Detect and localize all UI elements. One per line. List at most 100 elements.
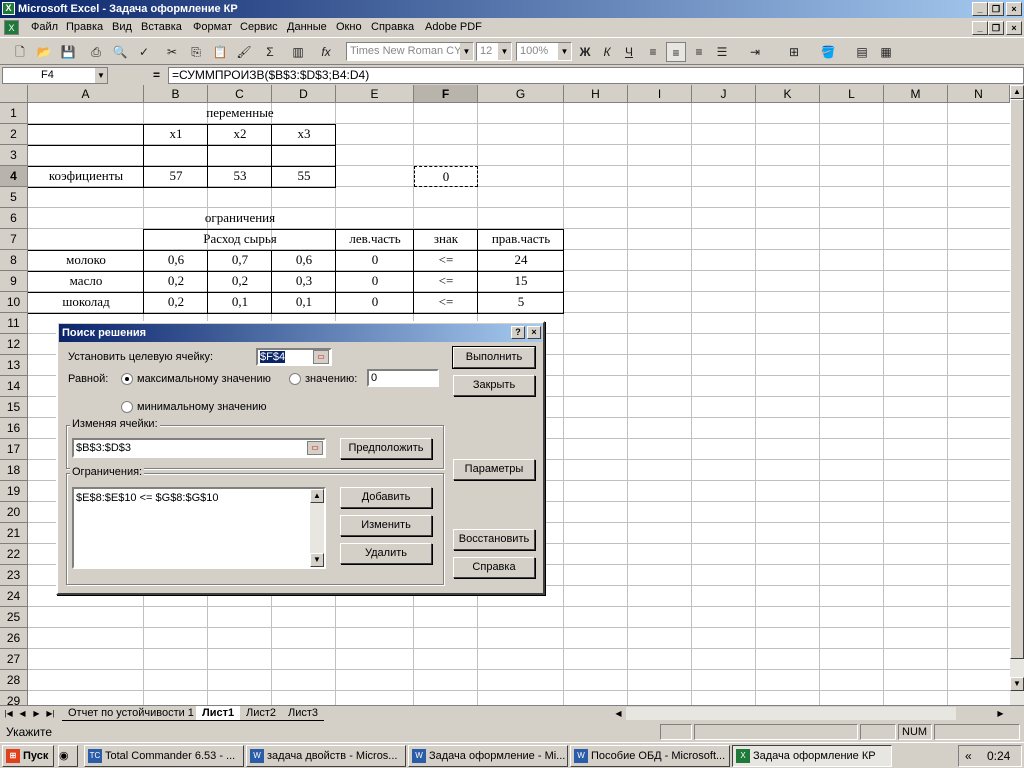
row-header[interactable]: 19 [0, 481, 28, 502]
row-header[interactable]: 21 [0, 523, 28, 544]
constraints-scrollbar[interactable]: ▲ ▼ [310, 489, 324, 567]
scroll-thumb[interactable] [1010, 99, 1024, 659]
browser-quicklaunch-icon[interactable]: ◉ [58, 745, 78, 767]
cut-icon[interactable]: ✂ [162, 42, 182, 62]
delete-button[interactable]: Удалить [340, 543, 432, 564]
row-header[interactable]: 12 [0, 334, 28, 355]
cell-b-row9[interactable]: 0,2 [144, 271, 208, 292]
menu-data[interactable]: Данные [287, 21, 327, 33]
doc-minimize-button[interactable]: _ [972, 21, 988, 35]
increase-indent-icon[interactable]: ⇥ [745, 42, 765, 62]
menu-window[interactable]: Окно [336, 21, 362, 33]
next-sheet-icon[interactable]: ▶ [30, 707, 43, 720]
start-button[interactable]: ⊞ Пуск [2, 745, 54, 767]
constraint-item[interactable]: $E$8:$E$10 <= $G$8:$G$10 [76, 492, 219, 504]
hscroll-right-icon[interactable]: ▶ [994, 707, 1007, 720]
menu-view[interactable]: Вид [112, 21, 132, 33]
row-header[interactable]: 15 [0, 397, 28, 418]
column-header[interactable]: B [144, 85, 208, 103]
cell-e-row8[interactable]: 0 [336, 250, 414, 271]
restore-button[interactable]: ❐ [988, 2, 1004, 16]
collapse-dialog-icon[interactable]: ▭ [307, 441, 323, 455]
font-size-combo[interactable]: 12 ▼ [476, 42, 512, 61]
bold-button[interactable]: Ж [575, 42, 595, 62]
zoom-combo[interactable]: 100% ▼ [516, 42, 572, 61]
taskbar-word-dual[interactable]: Wзадача двойств - Micros... [246, 745, 406, 767]
font-color-icon[interactable]: ▤ [852, 42, 872, 62]
row-header[interactable]: 6 [0, 208, 28, 229]
taskbar-total-commander[interactable]: TC Total Commander 6.53 - ... [84, 745, 244, 767]
cell-d-row9[interactable]: 0,3 [272, 271, 336, 292]
row-header[interactable]: 5 [0, 187, 28, 208]
merge-center-icon[interactable]: ☰ [712, 42, 732, 62]
align-center-icon[interactable]: ≡ [666, 42, 686, 62]
cell-e-row9[interactable]: 0 [336, 271, 414, 292]
row-header[interactable]: 16 [0, 418, 28, 439]
scroll-up-icon[interactable]: ▲ [1010, 85, 1024, 99]
toolbar-options-icon[interactable]: ▦ [876, 42, 896, 62]
min-radio[interactable] [121, 401, 133, 413]
menu-insert[interactable]: Вставка [141, 21, 182, 33]
cell-x3[interactable]: x3 [272, 124, 336, 145]
collapse-dialog-icon[interactable]: ▭ [313, 350, 329, 364]
cell-sign-header[interactable]: знак [414, 229, 478, 250]
underline-button[interactable]: Ч [619, 42, 639, 62]
column-header[interactable]: J [692, 85, 756, 103]
cell-right-header[interactable]: прав.часть [478, 229, 564, 250]
value-radio[interactable] [289, 373, 301, 385]
cell-c-row8[interactable]: 0,7 [208, 250, 272, 271]
chevron-down-icon[interactable]: ▼ [460, 43, 473, 60]
select-all-corner[interactable] [0, 85, 28, 103]
cell-raw-header[interactable]: Расход сырья [144, 229, 336, 250]
save-icon[interactable]: 💾 [58, 42, 78, 62]
cell-name-row9[interactable]: масло [28, 271, 144, 292]
workbook-icon[interactable]: X [4, 20, 19, 35]
value-input[interactable]: 0 [367, 369, 439, 387]
print-icon[interactable]: ⎙ [86, 42, 106, 62]
row-header[interactable]: 18 [0, 460, 28, 481]
borders-icon[interactable]: ⊞ [784, 42, 804, 62]
menu-edit[interactable]: Правка [66, 21, 103, 33]
help-button[interactable]: Справка [453, 557, 535, 578]
solve-button[interactable]: Выполнить [452, 346, 536, 369]
row-header[interactable]: 17 [0, 439, 28, 460]
menu-help[interactable]: Справка [371, 21, 414, 33]
row-header[interactable]: 2 [0, 124, 28, 145]
cell-vars-header[interactable]: переменные [144, 103, 336, 124]
horizontal-scroll-track[interactable] [626, 707, 956, 720]
cell-c-row9[interactable]: 0,2 [208, 271, 272, 292]
row-header[interactable]: 14 [0, 376, 28, 397]
row-header[interactable]: 26 [0, 628, 28, 649]
last-sheet-icon[interactable]: ▶| [44, 707, 57, 720]
tab-sensitivity-report[interactable]: Отчет по устойчивости 1 [62, 706, 200, 721]
reset-all-button[interactable]: Восстановить [453, 529, 535, 550]
cell-b-row8[interactable]: 0,6 [144, 250, 208, 271]
row-header[interactable]: 25 [0, 607, 28, 628]
align-right-icon[interactable]: ≡ [689, 42, 709, 62]
close-button[interactable]: × [1006, 2, 1022, 16]
cell-g-row9[interactable]: 15 [478, 271, 564, 292]
add-button[interactable]: Добавить [340, 487, 432, 508]
taskbar-word-manual[interactable]: W Пособие ОБД - Microsoft... [570, 745, 730, 767]
changing-cells-input[interactable]: $B$3:$D$3 ▭ [72, 438, 326, 458]
cell-g-row10[interactable]: 5 [478, 292, 564, 313]
column-header[interactable]: I [628, 85, 692, 103]
cell-f-row9[interactable]: <= [414, 271, 478, 292]
target-cell-input[interactable]: $F$4 ▭ [256, 348, 332, 366]
cell-g-row8[interactable]: 24 [478, 250, 564, 271]
copy-icon[interactable]: ⎘ [186, 42, 206, 62]
cell-x2[interactable]: x2 [208, 124, 272, 145]
cell-e-row10[interactable]: 0 [336, 292, 414, 313]
chevron-down-icon[interactable]: ▼ [95, 68, 107, 83]
doc-close-button[interactable]: × [1006, 21, 1022, 35]
cell-coef-label[interactable]: коэфициенты [28, 166, 144, 187]
column-header[interactable]: M [884, 85, 948, 103]
row-header[interactable]: 28 [0, 670, 28, 691]
max-radio[interactable] [121, 373, 133, 385]
menu-adobe-pdf[interactable]: Adobe PDF [425, 21, 482, 33]
column-header[interactable]: D [272, 85, 336, 103]
row-header[interactable]: 10 [0, 292, 28, 313]
column-header[interactable]: E [336, 85, 414, 103]
guess-button[interactable]: Предположить [340, 438, 432, 459]
row-header[interactable]: 22 [0, 544, 28, 565]
